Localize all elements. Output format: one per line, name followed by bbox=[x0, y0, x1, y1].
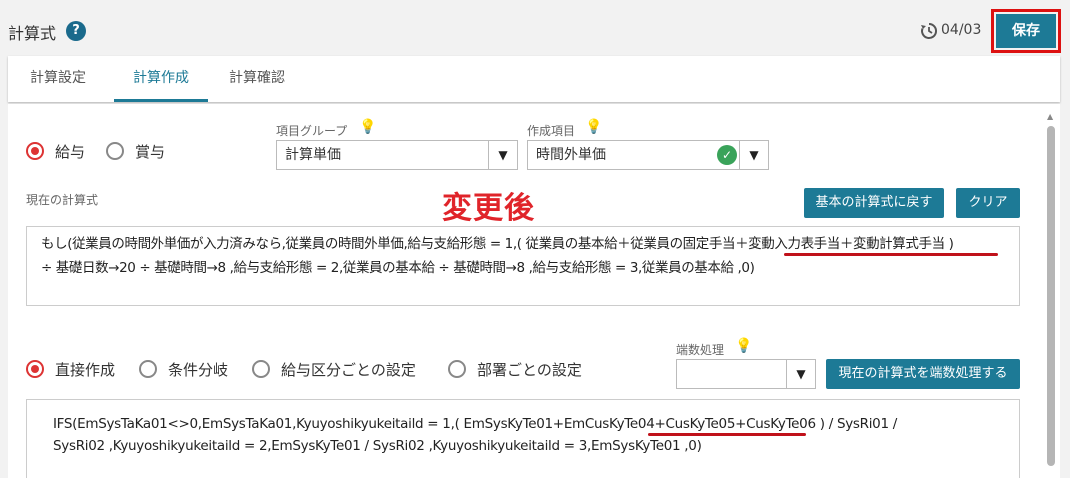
direct-formula-line-2: SysRi02 ,Kyuyoshikyukeitaild = 2,EmSysKy… bbox=[53, 438, 702, 454]
radio-direct[interactable] bbox=[26, 360, 44, 378]
rounding-label: 端数処理 bbox=[676, 343, 725, 357]
current-formula-label: 現在の計算式 bbox=[26, 193, 99, 207]
scroll-up-icon[interactable]: ▲ bbox=[1047, 112, 1053, 121]
apply-rounding-button[interactable]: 現在の計算式を端数処理する bbox=[826, 359, 1020, 389]
radio-by-salary-class-label: 給与区分ごとの設定 bbox=[281, 361, 416, 379]
page-title: 計算式 bbox=[8, 24, 57, 43]
direct-formula-box[interactable]: IFS(EmSysTaKa01<>0,EmSysTaKa01,Kyuyoshik… bbox=[26, 399, 1020, 478]
chevron-down-icon[interactable]: ▼ bbox=[488, 141, 517, 169]
tab-bar: 計算設定 計算作成 計算確認 bbox=[8, 56, 1060, 102]
create-item-label: 作成項目 bbox=[527, 124, 576, 138]
radio-salary[interactable] bbox=[26, 142, 44, 160]
scrollbar-thumb[interactable] bbox=[1047, 126, 1055, 466]
radio-salary-label: 給与 bbox=[55, 143, 86, 161]
current-formula-line-2: ÷ 基礎日数→20 ÷ 基礎時間→8 ,給与支給形態 = 2,従業員の基本給 ÷… bbox=[41, 260, 755, 276]
item-group-select[interactable]: 計算単価 ▼ bbox=[276, 140, 518, 170]
help-icon[interactable]: ? bbox=[66, 21, 86, 41]
create-item-select[interactable]: 時間外単価 ✓ ▼ bbox=[527, 140, 769, 170]
item-group-label: 項目グループ bbox=[276, 124, 348, 138]
save-button[interactable]: 保存 bbox=[996, 14, 1056, 48]
history-icon[interactable] bbox=[920, 22, 938, 40]
reset-formula-button[interactable]: 基本の計算式に戻す bbox=[804, 188, 944, 218]
lightbulb-icon: 💡 bbox=[735, 338, 753, 354]
lightbulb-icon: 💡 bbox=[359, 119, 377, 135]
vertical-scrollbar[interactable]: ▲ bbox=[1046, 112, 1056, 478]
tab-calc-create[interactable]: 計算作成 bbox=[114, 56, 208, 102]
direct-formula-underline bbox=[648, 433, 806, 436]
header-bar: 計算式 ? 04/03 保存 bbox=[0, 0, 1070, 96]
chevron-down-icon[interactable]: ▼ bbox=[786, 360, 815, 388]
radio-conditional[interactable] bbox=[139, 360, 157, 378]
save-highlight-box: 保存 bbox=[991, 9, 1061, 53]
history-date[interactable]: 04/03 bbox=[941, 22, 981, 38]
after-change-annotation: 変更後 bbox=[442, 191, 535, 226]
chevron-down-icon[interactable]: ▼ bbox=[739, 141, 768, 169]
formula-underline bbox=[784, 253, 998, 256]
radio-bonus-label: 賞与 bbox=[135, 143, 166, 161]
create-item-value: 時間外単価 bbox=[536, 147, 606, 163]
clear-button[interactable]: クリア bbox=[956, 188, 1020, 218]
check-circle-icon: ✓ bbox=[717, 145, 737, 165]
radio-by-department-label: 部署ごとの設定 bbox=[477, 361, 582, 379]
tab-calc-confirm[interactable]: 計算確認 bbox=[229, 56, 285, 102]
current-formula-box[interactable]: もし(従業員の時間外単価が入力済みなら,従業員の時間外単価,給与支給形態 = 1… bbox=[26, 226, 1020, 306]
tab-calc-settings[interactable]: 計算設定 bbox=[30, 56, 86, 102]
radio-bonus[interactable] bbox=[106, 142, 124, 160]
item-group-value: 計算単価 bbox=[285, 147, 341, 163]
radio-by-salary-class[interactable] bbox=[252, 360, 270, 378]
rounding-select[interactable]: ▼ bbox=[676, 359, 816, 389]
radio-by-department[interactable] bbox=[448, 360, 466, 378]
radio-direct-label: 直接作成 bbox=[55, 361, 116, 379]
lightbulb-icon: 💡 bbox=[585, 119, 603, 135]
radio-conditional-label: 条件分岐 bbox=[168, 361, 229, 379]
direct-formula-line-1: IFS(EmSysTaKa01<>0,EmSysTaKa01,Kyuyoshik… bbox=[53, 416, 897, 432]
